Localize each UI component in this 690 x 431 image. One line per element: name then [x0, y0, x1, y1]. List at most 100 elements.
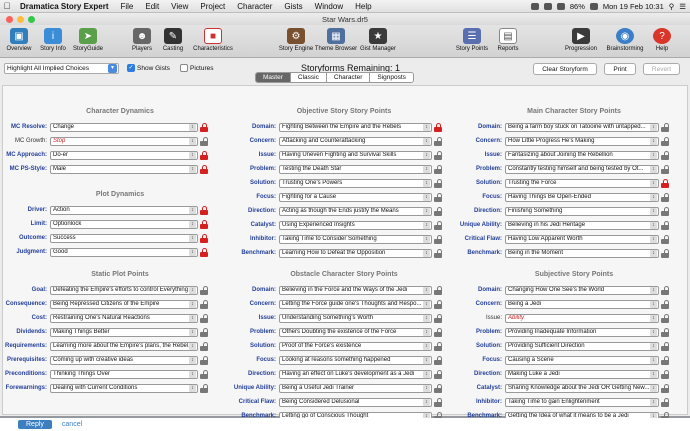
lock-icon[interactable] [200, 341, 208, 351]
story-point-select[interactable]: Good ↕ [50, 247, 198, 257]
tab-signposts[interactable]: Signposts [369, 73, 413, 82]
story-point-select[interactable]: Attacking and Counterattacking ↕ [279, 136, 432, 146]
story-point-select[interactable]: Being a Jedi ↕ [505, 299, 659, 309]
lock-icon[interactable] [661, 122, 669, 132]
lock-icon[interactable] [200, 313, 208, 323]
story-point-select[interactable]: Being a Useful Jedi Trainer ↕ [279, 383, 432, 393]
menu-help[interactable]: Help [349, 2, 377, 11]
story-point-select[interactable]: Changing How One See's the World ↕ [505, 285, 659, 295]
story-point-select[interactable]: Optionlock ↕ [50, 219, 198, 229]
lock-icon[interactable] [200, 285, 208, 295]
story-point-select[interactable]: Acting as though the Ends justify the Me… [279, 206, 432, 216]
dropbox-icon[interactable] [530, 2, 539, 10]
menu-window[interactable]: Window [309, 2, 349, 11]
zoom-button[interactable] [28, 16, 35, 23]
story-point-select[interactable]: Being in the Moment ↕ [505, 248, 659, 258]
story-point-select[interactable]: Defeating the Empire's efforts to contro… [50, 285, 198, 295]
lock-icon[interactable] [661, 341, 669, 351]
lock-icon[interactable] [434, 313, 442, 323]
story-point-select[interactable]: Testing the Death Star ↕ [279, 164, 432, 174]
story-point-select[interactable]: Using Experienced Insights ↕ [279, 220, 432, 230]
lock-icon[interactable] [200, 205, 208, 215]
story-point-select[interactable]: Male ↕ [50, 164, 198, 174]
lock-icon[interactable] [200, 299, 208, 309]
lock-icon[interactable] [200, 150, 208, 160]
theme-browser-button[interactable]: ▦ Theme Browser [314, 28, 358, 52]
lock-icon[interactable] [434, 369, 442, 379]
story-point-select[interactable]: Ability ↕ [505, 313, 659, 323]
story-point-select[interactable]: Fantasizing about Joining the Rebellion ↕ [505, 150, 659, 160]
lock-icon[interactable] [200, 219, 208, 229]
help-button[interactable]: ? Help [640, 28, 684, 52]
lock-icon[interactable] [661, 136, 669, 146]
lock-icon[interactable] [434, 383, 442, 393]
lock-icon[interactable] [434, 341, 442, 351]
lock-icon[interactable] [200, 355, 208, 365]
story-point-select[interactable]: Fighting Between the Empire and the Rebe… [279, 122, 432, 132]
lock-icon[interactable] [434, 248, 442, 258]
cancel-link[interactable]: cancel [62, 421, 82, 428]
story-point-select[interactable]: Letting the Force guide one's Thoughts a… [279, 299, 432, 309]
menu-file[interactable]: File [114, 2, 139, 11]
lock-icon[interactable] [661, 150, 669, 160]
lock-icon[interactable] [434, 285, 442, 295]
story-point-select[interactable]: Understanding Something's Worth ↕ [279, 313, 432, 323]
lock-icon[interactable] [434, 150, 442, 160]
reports-button[interactable]: ▤ Reports [486, 28, 530, 52]
lock-icon[interactable] [200, 327, 208, 337]
story-point-select[interactable]: Trusting One's Powers ↕ [279, 178, 432, 188]
story-point-select[interactable]: Having Uneven Fighting and Survival Skil… [279, 150, 432, 160]
story-point-select[interactable]: Stop ↕ [50, 136, 198, 146]
lock-icon[interactable] [200, 164, 208, 174]
story-point-select[interactable]: Believing in his Jedi Heritage ↕ [505, 220, 659, 230]
lock-icon[interactable] [434, 327, 442, 337]
lock-icon[interactable] [200, 122, 208, 132]
lock-icon[interactable] [661, 299, 669, 309]
storyguide-button[interactable]: ➤ StoryGuide [66, 28, 110, 52]
search-icon[interactable]: ⚲ [669, 2, 675, 11]
battery-icon[interactable] [589, 2, 598, 10]
story-point-select[interactable]: Restraining One's Natural Reactions ↕ [50, 313, 198, 323]
lock-icon[interactable] [434, 164, 442, 174]
wifi-icon[interactable] [543, 2, 552, 10]
story-point-select[interactable]: Coming up with creative ideas ↕ [50, 355, 198, 365]
battery-percent[interactable]: 86% [570, 2, 585, 11]
apple-icon[interactable]:  [0, 1, 14, 11]
lock-icon[interactable] [200, 369, 208, 379]
menu-list-icon[interactable]: ☰ [679, 2, 686, 11]
story-point-select[interactable]: Finishing Something ↕ [505, 206, 659, 216]
menu-view[interactable]: View [165, 2, 194, 11]
story-point-select[interactable]: Causing a Scene ↕ [505, 355, 659, 365]
story-point-select[interactable]: Proof of the Force's existence ↕ [279, 341, 432, 351]
lock-icon[interactable] [200, 383, 208, 393]
menu-project[interactable]: Project [194, 2, 231, 11]
lock-icon[interactable] [661, 248, 669, 258]
lock-icon[interactable] [661, 369, 669, 379]
story-point-select[interactable]: Thinking Things Over ↕ [50, 369, 198, 379]
revert-button[interactable]: Revert [643, 63, 680, 75]
lock-icon[interactable] [661, 206, 669, 216]
story-point-select[interactable]: Constantly testing himself and being tes… [505, 164, 659, 174]
menu-app-name[interactable]: Dramatica Story Expert [14, 2, 114, 11]
lock-icon[interactable] [200, 247, 208, 257]
lock-icon[interactable] [661, 313, 669, 323]
show-gists-checkbox[interactable]: ✓ Show Gists [127, 64, 170, 72]
lock-icon[interactable] [200, 136, 208, 146]
story-point-select[interactable]: Others Doubting the existence of the For… [279, 327, 432, 337]
story-point-select[interactable]: Being Considered Delusional ↕ [279, 397, 432, 407]
lock-icon[interactable] [661, 355, 669, 365]
lock-icon[interactable] [661, 397, 669, 407]
lock-icon[interactable] [200, 233, 208, 243]
lock-icon[interactable] [434, 355, 442, 365]
lock-icon[interactable] [434, 397, 442, 407]
story-point-select[interactable]: Action ↕ [50, 205, 198, 215]
menu-gists[interactable]: Gists [278, 2, 308, 11]
story-point-select[interactable]: Providing Inadequate Information ↕ [505, 327, 659, 337]
story-point-select[interactable]: Providing Sufficient Direction ↕ [505, 341, 659, 351]
progression-button[interactable]: ▶ Progression [559, 28, 603, 52]
story-point-select[interactable]: Believing in the Force and the Ways of t… [279, 285, 432, 295]
story-point-select[interactable]: Taking Time to Consider Something ↕ [279, 234, 432, 244]
clear-storyform-button[interactable]: Clear Storyform [533, 63, 597, 75]
tab-master[interactable]: Master [256, 73, 290, 82]
pictures-checkbox[interactable]: Pictures [180, 64, 213, 72]
